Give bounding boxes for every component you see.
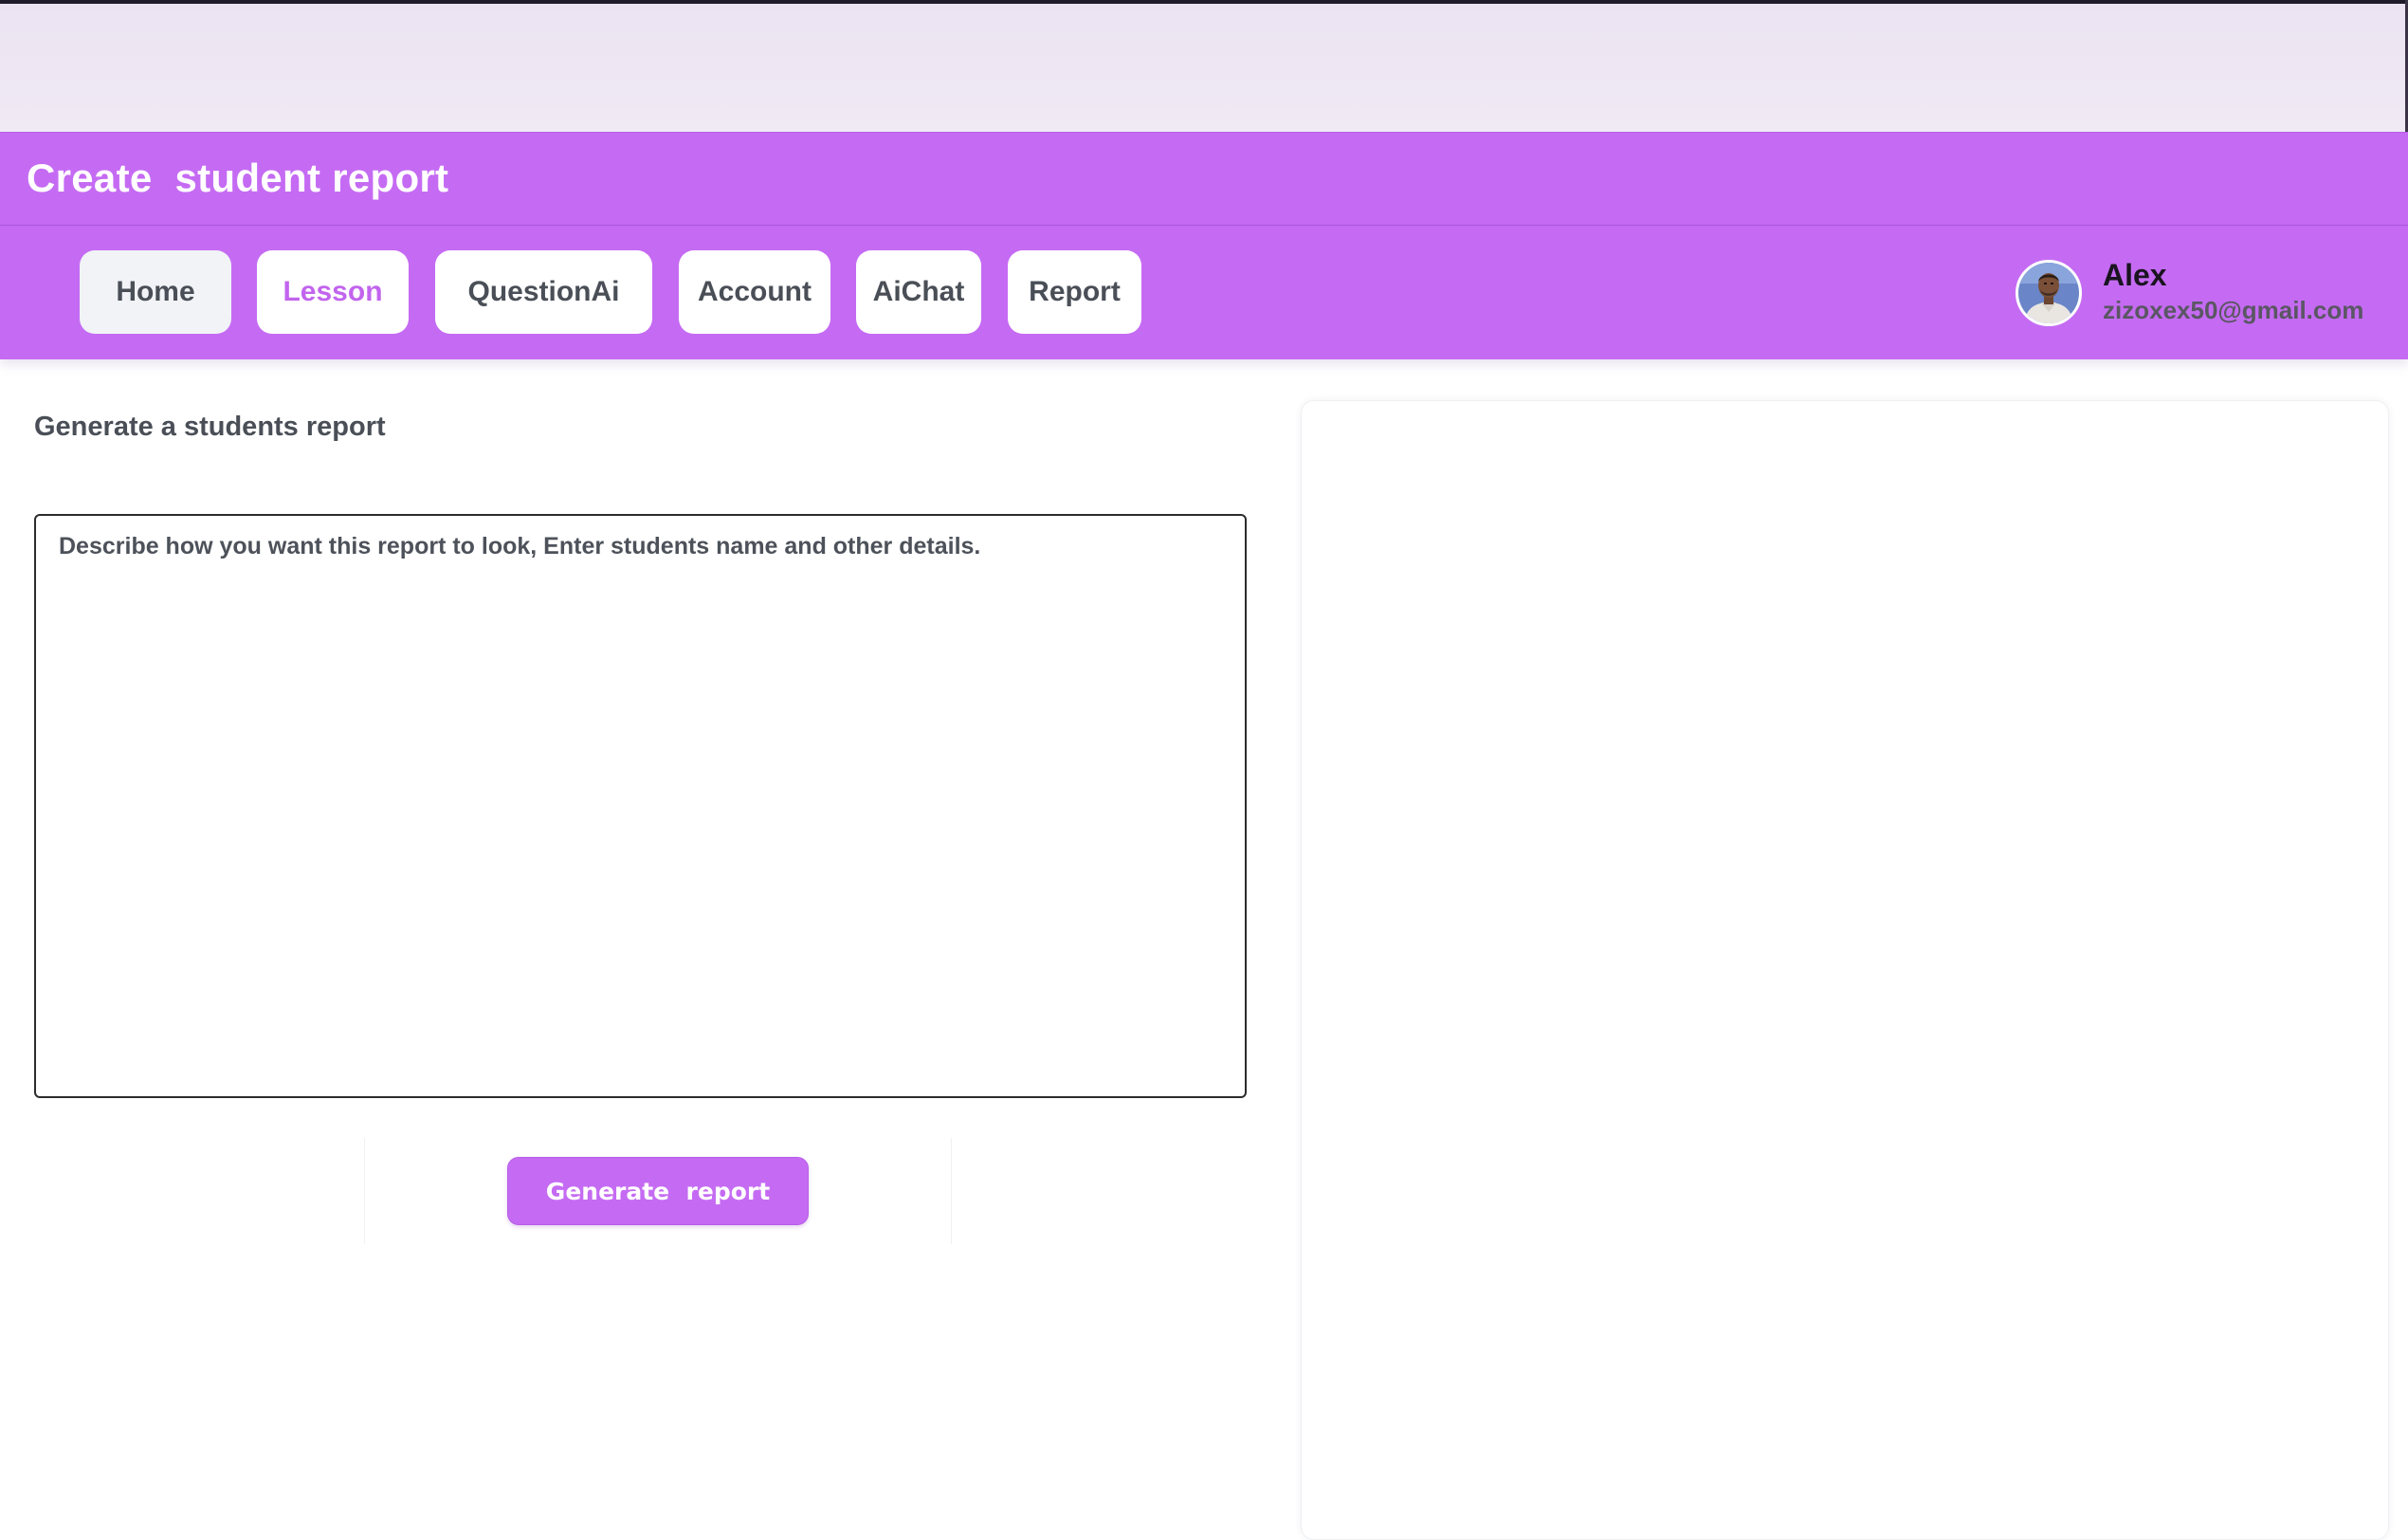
nav-item-lesson[interactable]: Lesson [257,250,409,334]
user-profile[interactable]: Alex zizoxex50@gmail.com [2016,258,2395,330]
page-top-area [0,4,2408,132]
user-email: zizoxex50@gmail.com [2103,296,2364,324]
user-name: Alex [2103,258,2167,292]
report-output-panel [1301,400,2389,1540]
page-title: Create student report [27,156,449,200]
nav-item-questionai[interactable]: QuestionAi [435,250,652,334]
nav-item-account[interactable]: Account [679,250,830,334]
nav-item-aichat[interactable]: AiChat [856,250,981,334]
report-form-panel: Generate a students report Generate repo… [0,379,1270,1506]
avatar[interactable] [2016,260,2082,326]
user-photo-icon [2018,263,2079,323]
nav-item-home[interactable]: Home [80,250,231,334]
nav-item-report[interactable]: Report [1008,250,1141,334]
header-bar: Create student report [0,132,2408,226]
report-description-textarea[interactable] [34,514,1247,1098]
nav-bar: Home Lesson QuestionAi Account AiChat Re… [0,226,2408,359]
generate-report-button[interactable]: Generate report [507,1157,809,1225]
form-heading: Generate a students report [34,412,386,442]
